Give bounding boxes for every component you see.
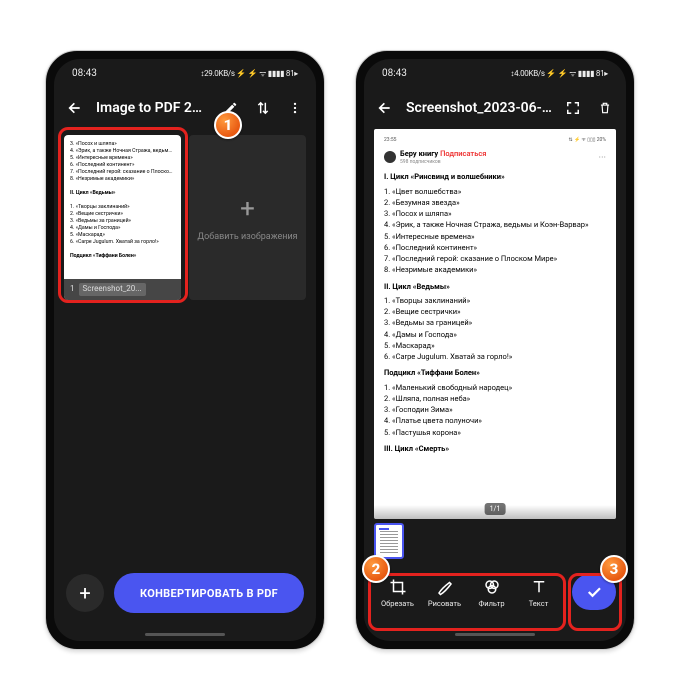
filter-label: Фильтр [478, 599, 504, 608]
image-preview[interactable]: 23:55 ⇅ ⚡ ᯤ ▯▯▯ 20% Беру книгу Подписатьс… [374, 129, 616, 519]
add-image-tile[interactable]: + Добавить изображения [189, 135, 306, 300]
filter-tool[interactable]: Фильтр [470, 577, 514, 608]
more-icon[interactable] [284, 97, 306, 119]
crop-icon [388, 577, 408, 597]
add-fab[interactable]: + [66, 574, 104, 612]
page-thumbnail[interactable]: 3. «Посох и шляпа»4. «Эрик, а также Ночн… [64, 135, 181, 300]
status-indicators: ↕4.00KB/s ⚡ ⚡ ᯤ ▮▮▮▮ 81▸ [510, 68, 608, 79]
phone-left: 08:43 ↕29.0KB/s ⚡ ⚡ ᯤ ▮▮▮▮ 81▸ Image to … [45, 50, 325, 650]
edit-toolbar: Обрезать Рисовать Фильтр Текст [374, 573, 562, 612]
statusbar: 08:43 ↕29.0KB/s ⚡ ⚡ ᯤ ▮▮▮▮ 81▸ [54, 59, 316, 87]
status-indicators: ↕29.0KB/s ⚡ ⚡ ᯤ ▮▮▮▮ 81▸ [200, 68, 298, 79]
crop-tool[interactable]: Обрезать [376, 577, 420, 608]
text-tool[interactable]: Текст [517, 577, 561, 608]
thumbnail-strip [364, 519, 626, 563]
crop-label: Обрезать [381, 599, 414, 608]
filter-icon [482, 577, 502, 597]
mini-status-time: 23:55 [384, 137, 396, 145]
phone-right: 08:43 ↕4.00KB/s ⚡ ⚡ ᯤ ▮▮▮▮ 81▸ Screensho… [355, 50, 635, 650]
draw-icon [435, 577, 455, 597]
avatar [384, 151, 396, 163]
mini-thumbnail[interactable] [374, 523, 404, 559]
edit-icon[interactable] [220, 97, 242, 119]
thumb-filename: Screenshot_20... [79, 283, 146, 296]
thumb-index: 1 [70, 284, 75, 295]
add-tile-label: Добавить изображения [197, 232, 297, 242]
subscribe-link: Подписаться [440, 149, 486, 158]
plus-icon: + [240, 194, 255, 224]
done-button[interactable] [572, 574, 616, 610]
draw-tool[interactable]: Рисовать [423, 577, 467, 608]
back-icon[interactable] [64, 97, 86, 119]
status-time: 08:43 [382, 68, 407, 79]
sort-icon[interactable] [252, 97, 274, 119]
subscriber-count: 598 подписчиков [400, 159, 486, 167]
statusbar: 08:43 ↕4.00KB/s ⚡ ⚡ ᯤ ▮▮▮▮ 81▸ [364, 59, 626, 87]
text-label: Текст [529, 599, 549, 608]
appbar: Image to PDF 2023 [54, 87, 316, 129]
mini-status-right: ⇅ ⚡ ᯤ ▯▯▯ 20% [569, 137, 606, 145]
appbar-title: Image to PDF 2023 [96, 100, 210, 116]
status-time: 08:43 [72, 68, 97, 79]
channel-name: Беру книгу [400, 149, 438, 158]
page-indicator: 1/1 [485, 503, 506, 516]
gesture-bar [54, 627, 316, 641]
gesture-bar [364, 627, 626, 641]
appbar-title: Screenshot_2023-06-01... [406, 100, 552, 116]
text-icon [529, 577, 549, 597]
convert-button[interactable]: КОНВЕРТИРОВАТЬ В PDF [114, 573, 304, 613]
appbar: Screenshot_2023-06-01... [364, 87, 626, 129]
delete-icon[interactable] [594, 97, 616, 119]
back-icon[interactable] [374, 97, 396, 119]
fullscreen-icon[interactable] [562, 97, 584, 119]
draw-label: Рисовать [428, 599, 461, 608]
